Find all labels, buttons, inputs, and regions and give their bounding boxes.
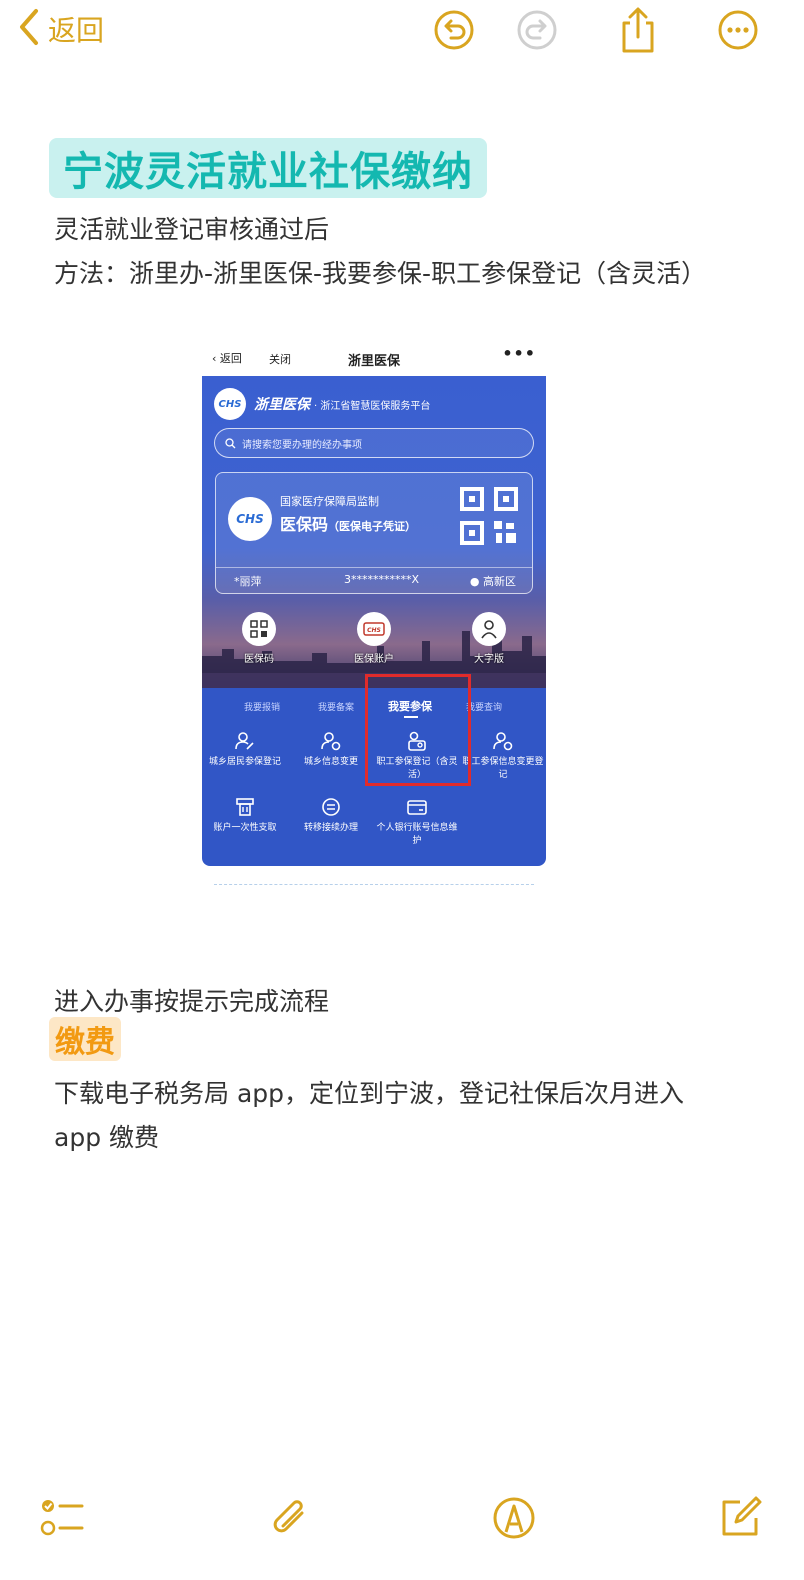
elderly-person-icon [472,612,506,646]
person-edit-icon [202,728,288,754]
mini-nav-bar: ‹ 返回 关闭 浙里医保 ••• [202,340,546,376]
quick-medical-code: 医保码 [224,612,294,665]
brand-subtitle: · 浙江省智慧医保服务平台 [314,400,431,412]
note-title-highlight: 宁波灵活就业社保缴纳 [49,138,487,198]
medical-code-card: CHS 国家医疗保障局监制 医保码（医保电子凭证） *丽萍 3*********… [215,472,533,594]
person-info-icon [288,728,374,754]
service-employee-change: 职工参保信息变更登记 [460,728,546,782]
transfer-icon [288,794,374,820]
bank-card-icon [374,794,460,820]
card-divider [216,567,532,568]
pay-heading[interactable]: 缴费 [55,1017,115,1061]
service-transfer: 转移接续办理 [288,794,374,835]
pay-heading-highlight: 缴费 [49,1017,121,1061]
card-id-number: 3***********X [344,573,420,586]
card-org: 国家医疗保障局监制 [280,495,379,508]
card-holder-name: *丽萍 [234,575,262,588]
person-info-icon [460,728,546,754]
note-line-4[interactable]: 下载电子税务局 app，定位到宁波，登记社保后次月进入 [54,1074,684,1110]
image-dashed-divider [214,884,534,885]
more-icon[interactable] [716,8,760,52]
card-code-title: 医保码（医保电子凭证） [280,515,417,534]
brand-name: 浙里医保 [254,397,310,413]
embedded-screenshot[interactable]: ‹ 返回 关闭 浙里医保 ••• CHS 浙里医保 · 浙江省智慧医保服务平台 … [202,340,546,868]
redo-icon[interactable] [515,8,559,52]
quick-medical-account: CHS 医保账户 [339,612,409,665]
back-button[interactable]: 返回 [18,8,104,50]
location-pin-icon: ● [469,575,480,588]
top-toolbar: 返回 [0,0,804,60]
chs-logo-icon: CHS [214,388,246,420]
brand: CHS 浙里医保 · 浙江省智慧医保服务平台 [214,388,430,420]
chs-card-icon: CHS [357,612,391,646]
search-icon [225,434,236,453]
qr-icon [242,612,276,646]
service-account-withdraw: 账户一次性支取 [202,794,288,835]
chs-emblem-icon: CHS [228,497,272,541]
compose-icon[interactable] [716,1494,764,1542]
quick-label: 医保账户 [354,654,394,665]
chevron-left-icon [18,8,40,50]
highlight-box [365,674,471,786]
service-resident-enroll: 城乡居民参保登记 [202,728,288,769]
quick-label: 医保码 [244,654,274,665]
note-line-2[interactable]: 方法：浙里办-浙里医保-我要参保-职工参保登记（含灵活） [54,254,706,290]
quick-label: 大字版 [474,654,504,665]
undo-icon[interactable] [432,8,476,52]
service-bank-account: 个人银行账号信息维护 [374,794,460,848]
note-line-1[interactable]: 灵活就业登记审核通过后 [54,210,329,246]
svg-text:CHS: CHS [367,627,381,634]
qr-code-icon [460,487,518,545]
note-title[interactable]: 宁波灵活就业社保缴纳 [63,139,473,197]
paperclip-icon[interactable] [266,1494,314,1542]
tab-reimburse: 我要报销 [244,703,281,713]
mini-more-icon: ••• [502,344,536,363]
card-region: ● 高新区 [469,575,516,588]
mini-title: 浙里医保 [347,354,400,369]
service-resident-change: 城乡信息变更 [288,728,374,769]
share-icon[interactable] [616,7,660,53]
back-label: 返回 [48,14,105,47]
markup-icon[interactable] [490,1494,538,1542]
checklist-icon[interactable] [38,1494,86,1542]
note-line-5[interactable]: app 缴费 [54,1118,159,1154]
tab-query: 我要查询 [466,703,503,713]
atm-icon [202,794,288,820]
search-placeholder: 请搜索您要办理的经办事项 [242,439,362,451]
quick-large-font: 大字版 [454,612,524,665]
app-screen: CHS 浙里医保 · 浙江省智慧医保服务平台 请搜索您要办理的经办事项 CHS … [202,376,546,866]
note-line-3[interactable]: 进入办事按提示完成流程 [54,982,329,1018]
mini-search-bar: 请搜索您要办理的经办事项 [214,428,534,458]
tab-filing: 我要备案 [318,703,355,713]
